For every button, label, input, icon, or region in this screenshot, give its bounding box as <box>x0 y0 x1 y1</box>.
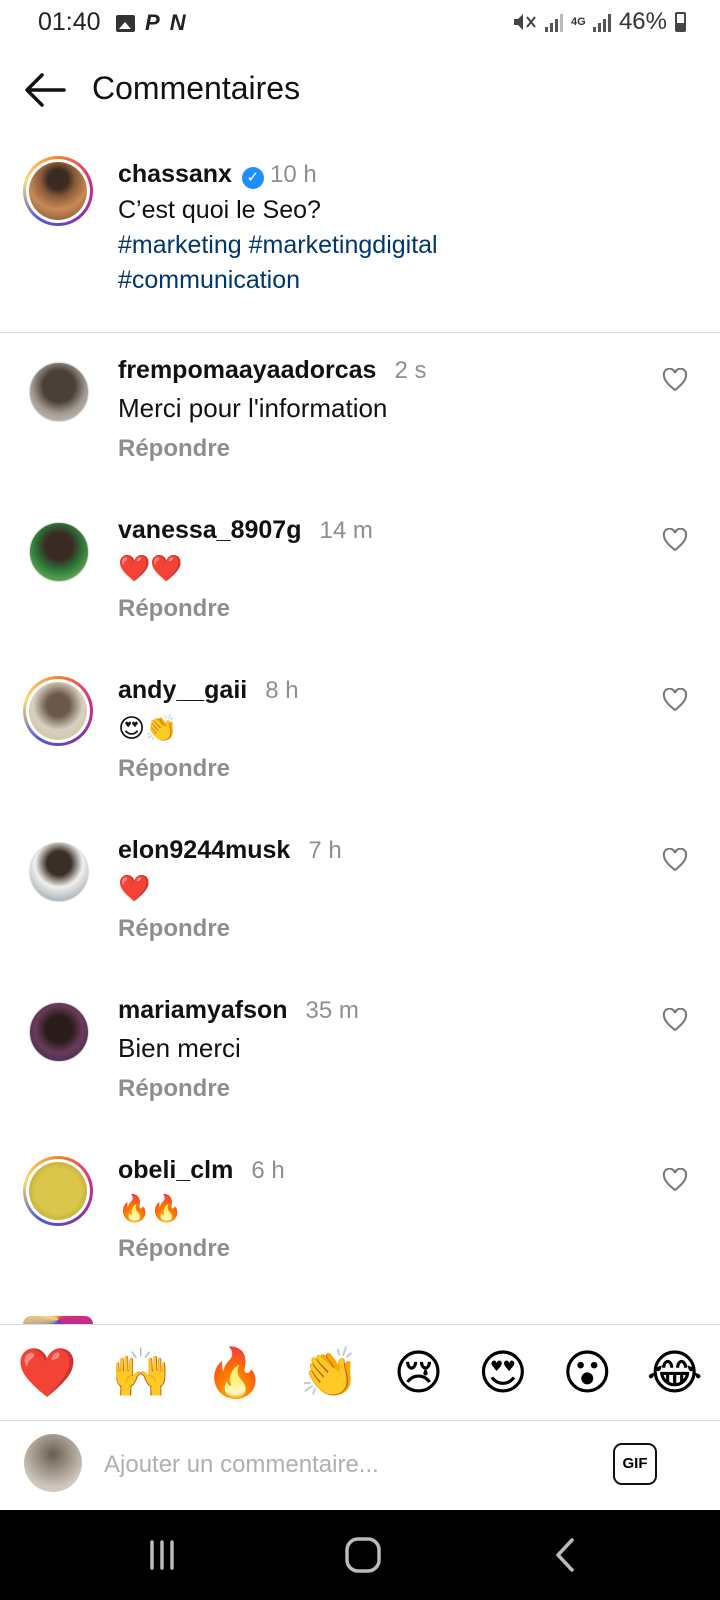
mute-vibrate-icon <box>513 14 536 30</box>
caption-time: 10 h <box>269 161 317 188</box>
emoji-button[interactable]: 👏 <box>299 1343 359 1403</box>
avatar[interactable] <box>23 676 93 746</box>
emoji-button[interactable]: 🔥 <box>205 1343 265 1403</box>
comment-time: 8 h <box>265 677 299 704</box>
recents-icon[interactable] <box>132 1530 192 1580</box>
comment-time: 6 h <box>251 1157 285 1184</box>
comment-text: Merci pour l'information <box>118 393 388 423</box>
comment-item: frempomaayaadorcas 2 s Merci pour l'infor… <box>0 356 720 506</box>
caption-text: C’est quoi le Seo? <box>118 196 321 224</box>
emoji-button[interactable]: 😍 <box>478 1343 528 1403</box>
image-icon <box>116 14 135 32</box>
status-right-icons: 4G 46% <box>511 8 686 36</box>
comment-text: ❤️ <box>118 873 151 903</box>
reply-button[interactable]: Répondre <box>118 1235 638 1263</box>
status-time: 01:40 <box>38 8 101 36</box>
battery-icon <box>675 12 686 32</box>
home-icon[interactable] <box>334 1530 394 1580</box>
comment-username[interactable]: elon9244musk <box>118 836 290 864</box>
gif-button[interactable]: GIF <box>613 1443 657 1485</box>
reply-button[interactable]: Répondre <box>118 595 638 623</box>
heart-icon[interactable] <box>662 368 688 392</box>
avatar <box>24 1434 82 1492</box>
avatar[interactable] <box>29 1002 89 1062</box>
verified-icon: ✓ <box>241 166 264 189</box>
divider <box>0 332 720 333</box>
page-title: Commentaires <box>92 70 301 106</box>
avatar[interactable] <box>29 362 89 422</box>
p-icon: P <box>145 10 160 35</box>
comment-item: mariamyafson 35 m Bien merci Répondre <box>0 996 720 1146</box>
comment-text: 🔥🔥 <box>118 1193 183 1223</box>
comment-text: 😍👏 <box>118 713 178 743</box>
comment-text: ❤️❤️ <box>118 553 183 583</box>
reply-button[interactable]: Répondre <box>118 915 638 943</box>
avatar[interactable] <box>29 842 89 902</box>
emoji-button[interactable]: 😢 <box>394 1343 444 1403</box>
comment-composer: GIF <box>0 1420 720 1508</box>
avatar[interactable] <box>23 156 93 226</box>
heart-icon[interactable] <box>662 1168 688 1192</box>
hashtag-link[interactable]: #marketingdigital <box>249 231 438 259</box>
avatar-partial <box>23 1316 93 1324</box>
comment-username[interactable]: mariamyafson <box>118 996 288 1024</box>
comment-time: 2 s <box>394 357 427 384</box>
comment-text: Bien merci <box>118 1033 241 1063</box>
comment-time: 7 h <box>308 837 342 864</box>
battery-percentage: 46% <box>618 8 667 35</box>
comment-username[interactable]: frempomaayaadorcas <box>118 356 376 384</box>
heart-icon[interactable] <box>662 528 688 552</box>
heart-icon[interactable] <box>662 848 688 872</box>
hashtag-link[interactable]: #communication <box>118 266 300 294</box>
emoji-quick-bar: ❤️ 🙌 🔥 👏 😢 😍 😮 😂 <box>0 1324 720 1421</box>
emoji-button[interactable]: 🙌 <box>111 1343 171 1403</box>
emoji-button[interactable]: ❤️ <box>17 1343 77 1403</box>
arrow-left-icon[interactable] <box>22 70 68 110</box>
hashtag-link[interactable]: #marketing <box>118 231 242 259</box>
signal-icon <box>544 12 563 32</box>
comment-time: 35 m <box>305 997 359 1024</box>
reply-button[interactable]: Répondre <box>118 435 638 463</box>
emoji-button[interactable]: 😮 <box>562 1343 612 1403</box>
header: Commentaires <box>0 60 720 120</box>
avatar[interactable] <box>29 522 89 582</box>
signal-icon-2 <box>592 12 611 32</box>
comment-item: andy__gaii 8 h 😍👏 Répondre <box>0 676 720 826</box>
comment-username[interactable]: andy__gaii <box>118 676 247 704</box>
system-nav-bar <box>0 1510 720 1600</box>
n-icon: N <box>169 10 186 35</box>
comment-input[interactable] <box>102 1442 586 1488</box>
4g-signal-icon: 4G <box>570 16 586 28</box>
comment-time: 14 m <box>319 517 373 544</box>
comment-item: obeli_clm 6 h 🔥🔥 Répondre <box>0 1156 720 1306</box>
emoji-button[interactable]: 😂 <box>647 1343 703 1403</box>
caption-text-block: C’est quoi le Seo? #marketing #marketing… <box>118 193 678 298</box>
avatar[interactable] <box>23 1156 93 1226</box>
comment-username[interactable]: vanessa_8907g <box>118 516 301 544</box>
heart-icon[interactable] <box>662 688 688 712</box>
comment-item: vanessa_8907g 14 m ❤️❤️ Répondre <box>0 516 720 666</box>
reply-button[interactable]: Répondre <box>118 755 638 783</box>
caption-username[interactable]: chassanx <box>118 160 232 188</box>
back-icon[interactable] <box>536 1530 596 1580</box>
comment-item: elon9244musk 7 h ❤️ Répondre <box>0 836 720 986</box>
comment-username[interactable]: obeli_clm <box>118 1156 233 1184</box>
reply-button[interactable]: Répondre <box>118 1075 638 1103</box>
status-notification-icons: P N <box>116 10 186 36</box>
heart-icon[interactable] <box>662 1008 688 1032</box>
status-bar: 01:40 P N 4G 46% <box>0 0 720 46</box>
